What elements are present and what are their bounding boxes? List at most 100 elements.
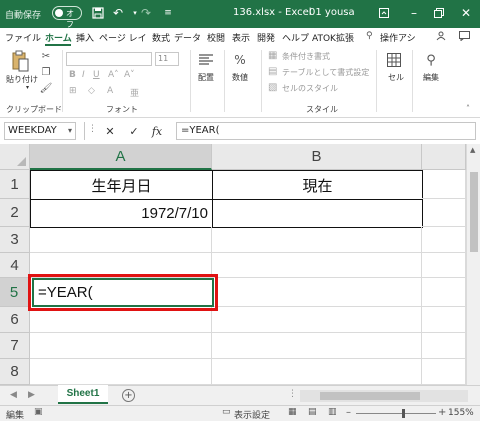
tab-data[interactable]: データ [174, 31, 201, 44]
redo-icon[interactable]: ↷ [138, 5, 154, 21]
fill-color-icon[interactable]: ◇ [88, 86, 95, 96]
paste-dropdown-icon[interactable]: ▾ [26, 84, 29, 91]
display-settings-label[interactable]: 表示設定 [234, 408, 270, 421]
row-header-6[interactable]: 6 [0, 307, 30, 333]
cell-a8[interactable] [30, 359, 212, 385]
cell-a7[interactable] [30, 333, 212, 359]
tab-help[interactable]: ヘルプ [282, 31, 309, 44]
cells-icon[interactable] [386, 52, 402, 68]
border-icon[interactable]: ⊞ [69, 86, 77, 96]
tab-insert[interactable]: 挿入 [76, 31, 94, 44]
undo-icon[interactable]: ↶ [110, 5, 126, 21]
alignment-label[interactable]: 配置 [198, 72, 214, 83]
paste-icon[interactable] [10, 50, 30, 72]
zoom-level[interactable]: 155% [448, 408, 474, 418]
page-break-view-icon[interactable]: ▥ [328, 407, 337, 417]
page-layout-view-icon[interactable]: ▤ [308, 407, 317, 417]
insert-function-icon[interactable]: fx [150, 123, 164, 139]
search-icon[interactable]: ⚲ [366, 31, 373, 41]
column-header-b[interactable]: B [212, 144, 422, 170]
font-size-select[interactable]: 11 [155, 52, 179, 66]
cell-c4[interactable] [422, 253, 466, 278]
cut-icon[interactable]: ✂ [40, 50, 52, 62]
cells-label[interactable]: セル [388, 72, 404, 83]
cell-style-icon[interactable]: ▧ [268, 82, 277, 93]
vertical-scroll-thumb[interactable] [470, 172, 478, 252]
column-header-a[interactable]: A [30, 144, 212, 170]
zoom-slider[interactable] [356, 413, 436, 414]
zoom-slider-thumb[interactable] [402, 409, 405, 418]
table-format-icon[interactable]: ▤ [268, 66, 277, 77]
tab-home[interactable]: ホーム [45, 31, 72, 44]
cell-b2[interactable] [212, 199, 423, 228]
alignment-icon[interactable] [198, 52, 214, 68]
font-color-icon[interactable]: A [107, 86, 113, 96]
bold-icon[interactable]: B [69, 70, 76, 80]
phonetic-icon[interactable]: 亜 [130, 86, 139, 99]
cell-b5[interactable] [212, 278, 422, 307]
number-label[interactable]: 数値 [232, 72, 248, 83]
tab-atok[interactable]: ATOK拡張 [312, 31, 354, 44]
tab-developer[interactable]: 開発 [257, 31, 275, 44]
cancel-icon[interactable]: ✕ [103, 123, 117, 139]
name-box[interactable]: WEEKDAY ▾ [4, 122, 76, 140]
font-name-select[interactable] [66, 52, 152, 66]
cell-b3[interactable] [212, 227, 422, 253]
comments-icon[interactable] [459, 31, 470, 44]
accessibility-icon[interactable]: ▣ [34, 407, 43, 417]
paste-label[interactable]: 貼り付け [6, 74, 38, 85]
sheet-tab-sheet1[interactable]: Sheet1 [58, 385, 108, 404]
tab-review[interactable]: 校閲 [207, 31, 225, 44]
vertical-scrollbar[interactable]: ▲ [466, 144, 480, 385]
table-format-label[interactable]: テーブルとして書式設定 [282, 67, 369, 78]
conditional-format-icon[interactable]: ▦ [268, 50, 277, 61]
row-header-4[interactable]: 4 [0, 253, 30, 278]
minimize-icon[interactable]: – [403, 3, 425, 23]
font-shrink-icon[interactable]: A˅ [124, 70, 135, 80]
tab-file[interactable]: ファイル [5, 31, 41, 44]
cell-b7[interactable] [212, 333, 422, 359]
ribbon-display-icon[interactable] [373, 3, 395, 23]
customize-qat-icon[interactable]: ≡ [160, 5, 176, 21]
select-all-button[interactable] [0, 144, 30, 170]
underline-icon[interactable]: U [93, 70, 100, 80]
cell-b4[interactable] [212, 253, 422, 278]
name-box-dropdown-icon[interactable]: ▾ [68, 123, 72, 139]
cell-a3[interactable] [30, 227, 212, 253]
row-header-7[interactable]: 7 [0, 333, 30, 359]
format-painter-icon[interactable]: 🖌 [40, 82, 53, 94]
cell-c5[interactable] [422, 278, 466, 307]
copy-icon[interactable]: ❐ [40, 66, 52, 78]
row-header-3[interactable]: 3 [0, 227, 30, 253]
column-header-c[interactable] [422, 144, 466, 170]
cell-b6[interactable] [212, 307, 422, 333]
percent-icon[interactable]: % [232, 52, 248, 68]
tab-view[interactable]: 表示 [232, 31, 250, 44]
row-header-5[interactable]: 5 [0, 278, 30, 307]
cell-c7[interactable] [422, 333, 466, 359]
prev-sheet-icon[interactable]: ◀ [10, 390, 17, 400]
conditional-format-label[interactable]: 条件付き書式 [282, 51, 330, 62]
find-icon[interactable]: ⚲ [423, 52, 439, 68]
add-sheet-icon[interactable]: + [122, 389, 135, 402]
close-icon[interactable]: ✕ [455, 3, 477, 23]
cell-c8[interactable] [422, 359, 466, 385]
display-settings-icon[interactable]: ▭ [222, 407, 231, 417]
share-icon[interactable] [436, 31, 446, 44]
horizontal-scroll-thumb[interactable] [320, 392, 420, 400]
tab-page-layout[interactable]: ページ レイ [99, 31, 147, 44]
normal-view-icon[interactable]: ▦ [288, 407, 297, 417]
zoom-out-icon[interactable]: – [346, 407, 351, 418]
horizontal-scrollbar[interactable] [300, 390, 468, 402]
scroll-up-icon[interactable]: ▲ [470, 146, 475, 154]
save-icon[interactable] [90, 5, 106, 21]
font-grow-icon[interactable]: A˄ [108, 70, 119, 80]
cell-c3[interactable] [422, 227, 466, 253]
italic-icon[interactable]: I [82, 70, 85, 80]
tab-split-handle-icon[interactable]: ⋮ [288, 389, 297, 399]
autosave-toggle[interactable]: オフ [52, 6, 82, 29]
cell-style-label[interactable]: セルのスタイル [282, 83, 338, 94]
zoom-in-icon[interactable]: + [438, 407, 446, 418]
formula-input[interactable]: =YEAR( [176, 122, 476, 140]
tab-formulas[interactable]: 数式 [152, 31, 170, 44]
